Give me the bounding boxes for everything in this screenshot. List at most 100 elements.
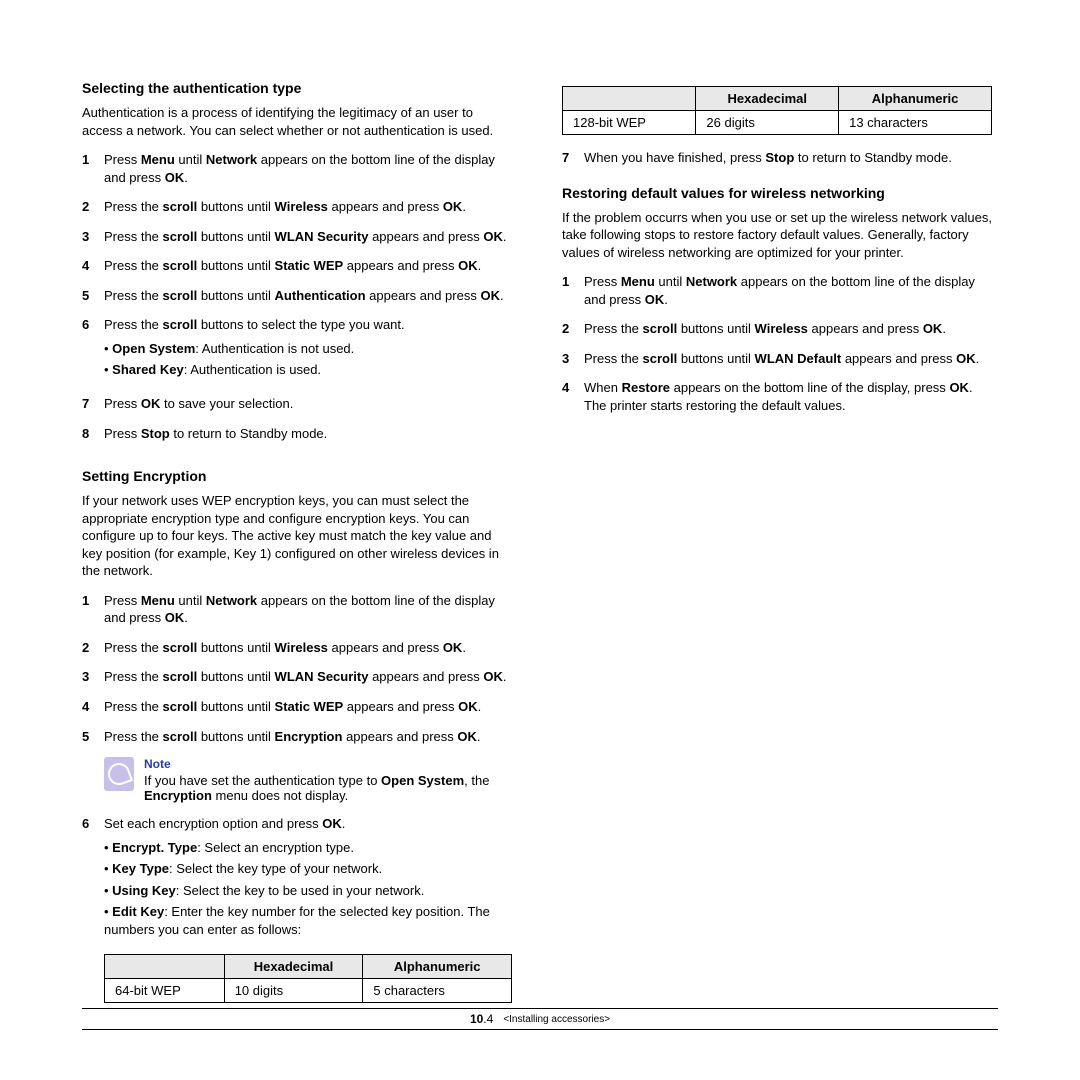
step-text: buttons until [677, 321, 754, 336]
step-text: appears on the bottom line of the displa… [670, 380, 949, 395]
note-text-pre: If you have set the authentication type … [144, 773, 381, 788]
auth-steps-list: 1Press Menu until Network appears on the… [82, 151, 512, 442]
wep-128-table: Hexadecimal Alphanumeric 128-bit WEP 26 … [562, 86, 992, 135]
step-keyword: OK [956, 351, 976, 366]
step-text: Press the [104, 669, 163, 684]
step-item: 4Press the scroll buttons until Static W… [82, 257, 512, 275]
step-keyword: scroll [163, 669, 198, 684]
step-text: buttons until [197, 699, 274, 714]
step-number: 8 [82, 425, 104, 443]
note-title: Note [144, 757, 512, 771]
step-text: buttons to select the type you want. [197, 317, 404, 332]
step-keyword: scroll [643, 351, 678, 366]
step-text: . [942, 321, 946, 336]
step-item: 6Set each encryption option and press OK… [82, 815, 512, 942]
note-text: If you have set the authentication type … [144, 773, 512, 803]
step-text: appears and press [841, 351, 956, 366]
sublist-keyword: Shared Key [112, 362, 184, 377]
encryption-steps-list: 1Press Menu until Network appears on the… [82, 592, 512, 745]
step-body: Press the scroll buttons until Wireless … [104, 198, 512, 216]
step-text: . [500, 288, 504, 303]
table-header-hex: Hexadecimal [224, 955, 363, 979]
step-item: 5Press the scroll buttons until Authenti… [82, 287, 512, 305]
step-text: . [478, 699, 482, 714]
step-body: Press the scroll buttons until Static WE… [104, 698, 512, 716]
step-keyword: OK [165, 610, 185, 625]
step-keyword: Wireless [275, 199, 328, 214]
step-number: 7 [562, 149, 584, 167]
encryption-step6-list: 6Set each encryption option and press OK… [82, 815, 512, 942]
step-item: 1Press Menu until Network appears on the… [82, 592, 512, 627]
step-body: Press the scroll buttons until Wireless … [584, 320, 992, 338]
step-keyword: scroll [163, 699, 198, 714]
sublist-item: Edit Key: Enter the key number for the s… [104, 903, 512, 938]
step-keyword: scroll [163, 229, 198, 244]
auth-intro: Authentication is a process of identifyi… [82, 104, 512, 139]
step-item: 1Press Menu until Network appears on the… [562, 273, 992, 308]
step-keyword: Wireless [755, 321, 808, 336]
step-keyword: scroll [163, 640, 198, 655]
encryption-heading: Setting Encryption [82, 468, 512, 484]
step-text: Press the [104, 317, 163, 332]
step-text: until [655, 274, 686, 289]
step-text: . [462, 640, 466, 655]
step-text: . [976, 351, 980, 366]
step-keyword: WLAN Security [275, 669, 369, 684]
step-number: 5 [82, 728, 104, 746]
note-text-mid: , the [464, 773, 489, 788]
step-keyword: scroll [163, 729, 198, 744]
step-text: When [584, 380, 622, 395]
step-body: When you have finished, press Stop to re… [584, 149, 992, 167]
step-keyword: OK [443, 640, 463, 655]
table-row: 64-bit WEP 10 digits 5 characters [105, 979, 512, 1003]
step-text: buttons until [197, 229, 274, 244]
table-header-blank [563, 87, 696, 111]
step-keyword: Restore [622, 380, 670, 395]
step-text: appears and press [368, 229, 483, 244]
step-text: Press the [104, 640, 163, 655]
step-number: 5 [82, 287, 104, 305]
step-number: 4 [82, 698, 104, 716]
step-keyword: OK [923, 321, 943, 336]
step-keyword: Static WEP [275, 699, 344, 714]
page-number-major: 10 [470, 1012, 483, 1026]
step-number: 6 [82, 815, 104, 942]
table-cell-hex: 10 digits [224, 979, 363, 1003]
step-keyword: Menu [621, 274, 655, 289]
step-text: buttons until [197, 669, 274, 684]
step-text: Press the [104, 199, 163, 214]
table-cell-label: 64-bit WEP [105, 979, 225, 1003]
note-body: Note If you have set the authentication … [144, 757, 512, 803]
step-item: 5Press the scroll buttons until Encrypti… [82, 728, 512, 746]
step-item: 4When Restore appears on the bottom line… [562, 379, 992, 414]
step-number: 4 [562, 379, 584, 414]
step-number: 1 [82, 151, 104, 186]
step-text: to return to Standby mode. [794, 150, 952, 165]
step-sublist: Encrypt. Type: Select an encryption type… [104, 839, 512, 939]
step-number: 2 [82, 198, 104, 216]
table-cell-label: 128-bit WEP [563, 111, 696, 135]
step-keyword: Network [206, 152, 257, 167]
encryption-step7-list: 7When you have finished, press Stop to r… [562, 149, 992, 167]
step-text: appears and press [328, 640, 443, 655]
step-text: Press [584, 274, 621, 289]
sublist-text: : Select the key type of your network. [169, 861, 382, 876]
step-text: Press [104, 152, 141, 167]
step-body: Set each encryption option and press OK.… [104, 815, 512, 942]
sublist-keyword: Using Key [112, 883, 176, 898]
two-column-layout: Selecting the authentication type Authen… [82, 80, 998, 1017]
step-keyword: Authentication [275, 288, 366, 303]
restore-intro: If the problem occurrs when you use or s… [562, 209, 992, 262]
step-keyword: Menu [141, 593, 175, 608]
step-keyword: Network [206, 593, 257, 608]
note-icon [104, 757, 134, 791]
sublist-keyword: Encrypt. Type [112, 840, 197, 855]
step-item: 1Press Menu until Network appears on the… [82, 151, 512, 186]
sublist-text: : Select an encryption type. [197, 840, 354, 855]
step-text: buttons until [197, 288, 274, 303]
step-keyword: Stop [141, 426, 170, 441]
step-text: to save your selection. [160, 396, 293, 411]
step-text: . [184, 610, 188, 625]
step-body: Press the scroll buttons until WLAN Secu… [104, 668, 512, 686]
step-sublist: Open System: Authentication is not used.… [104, 340, 512, 379]
